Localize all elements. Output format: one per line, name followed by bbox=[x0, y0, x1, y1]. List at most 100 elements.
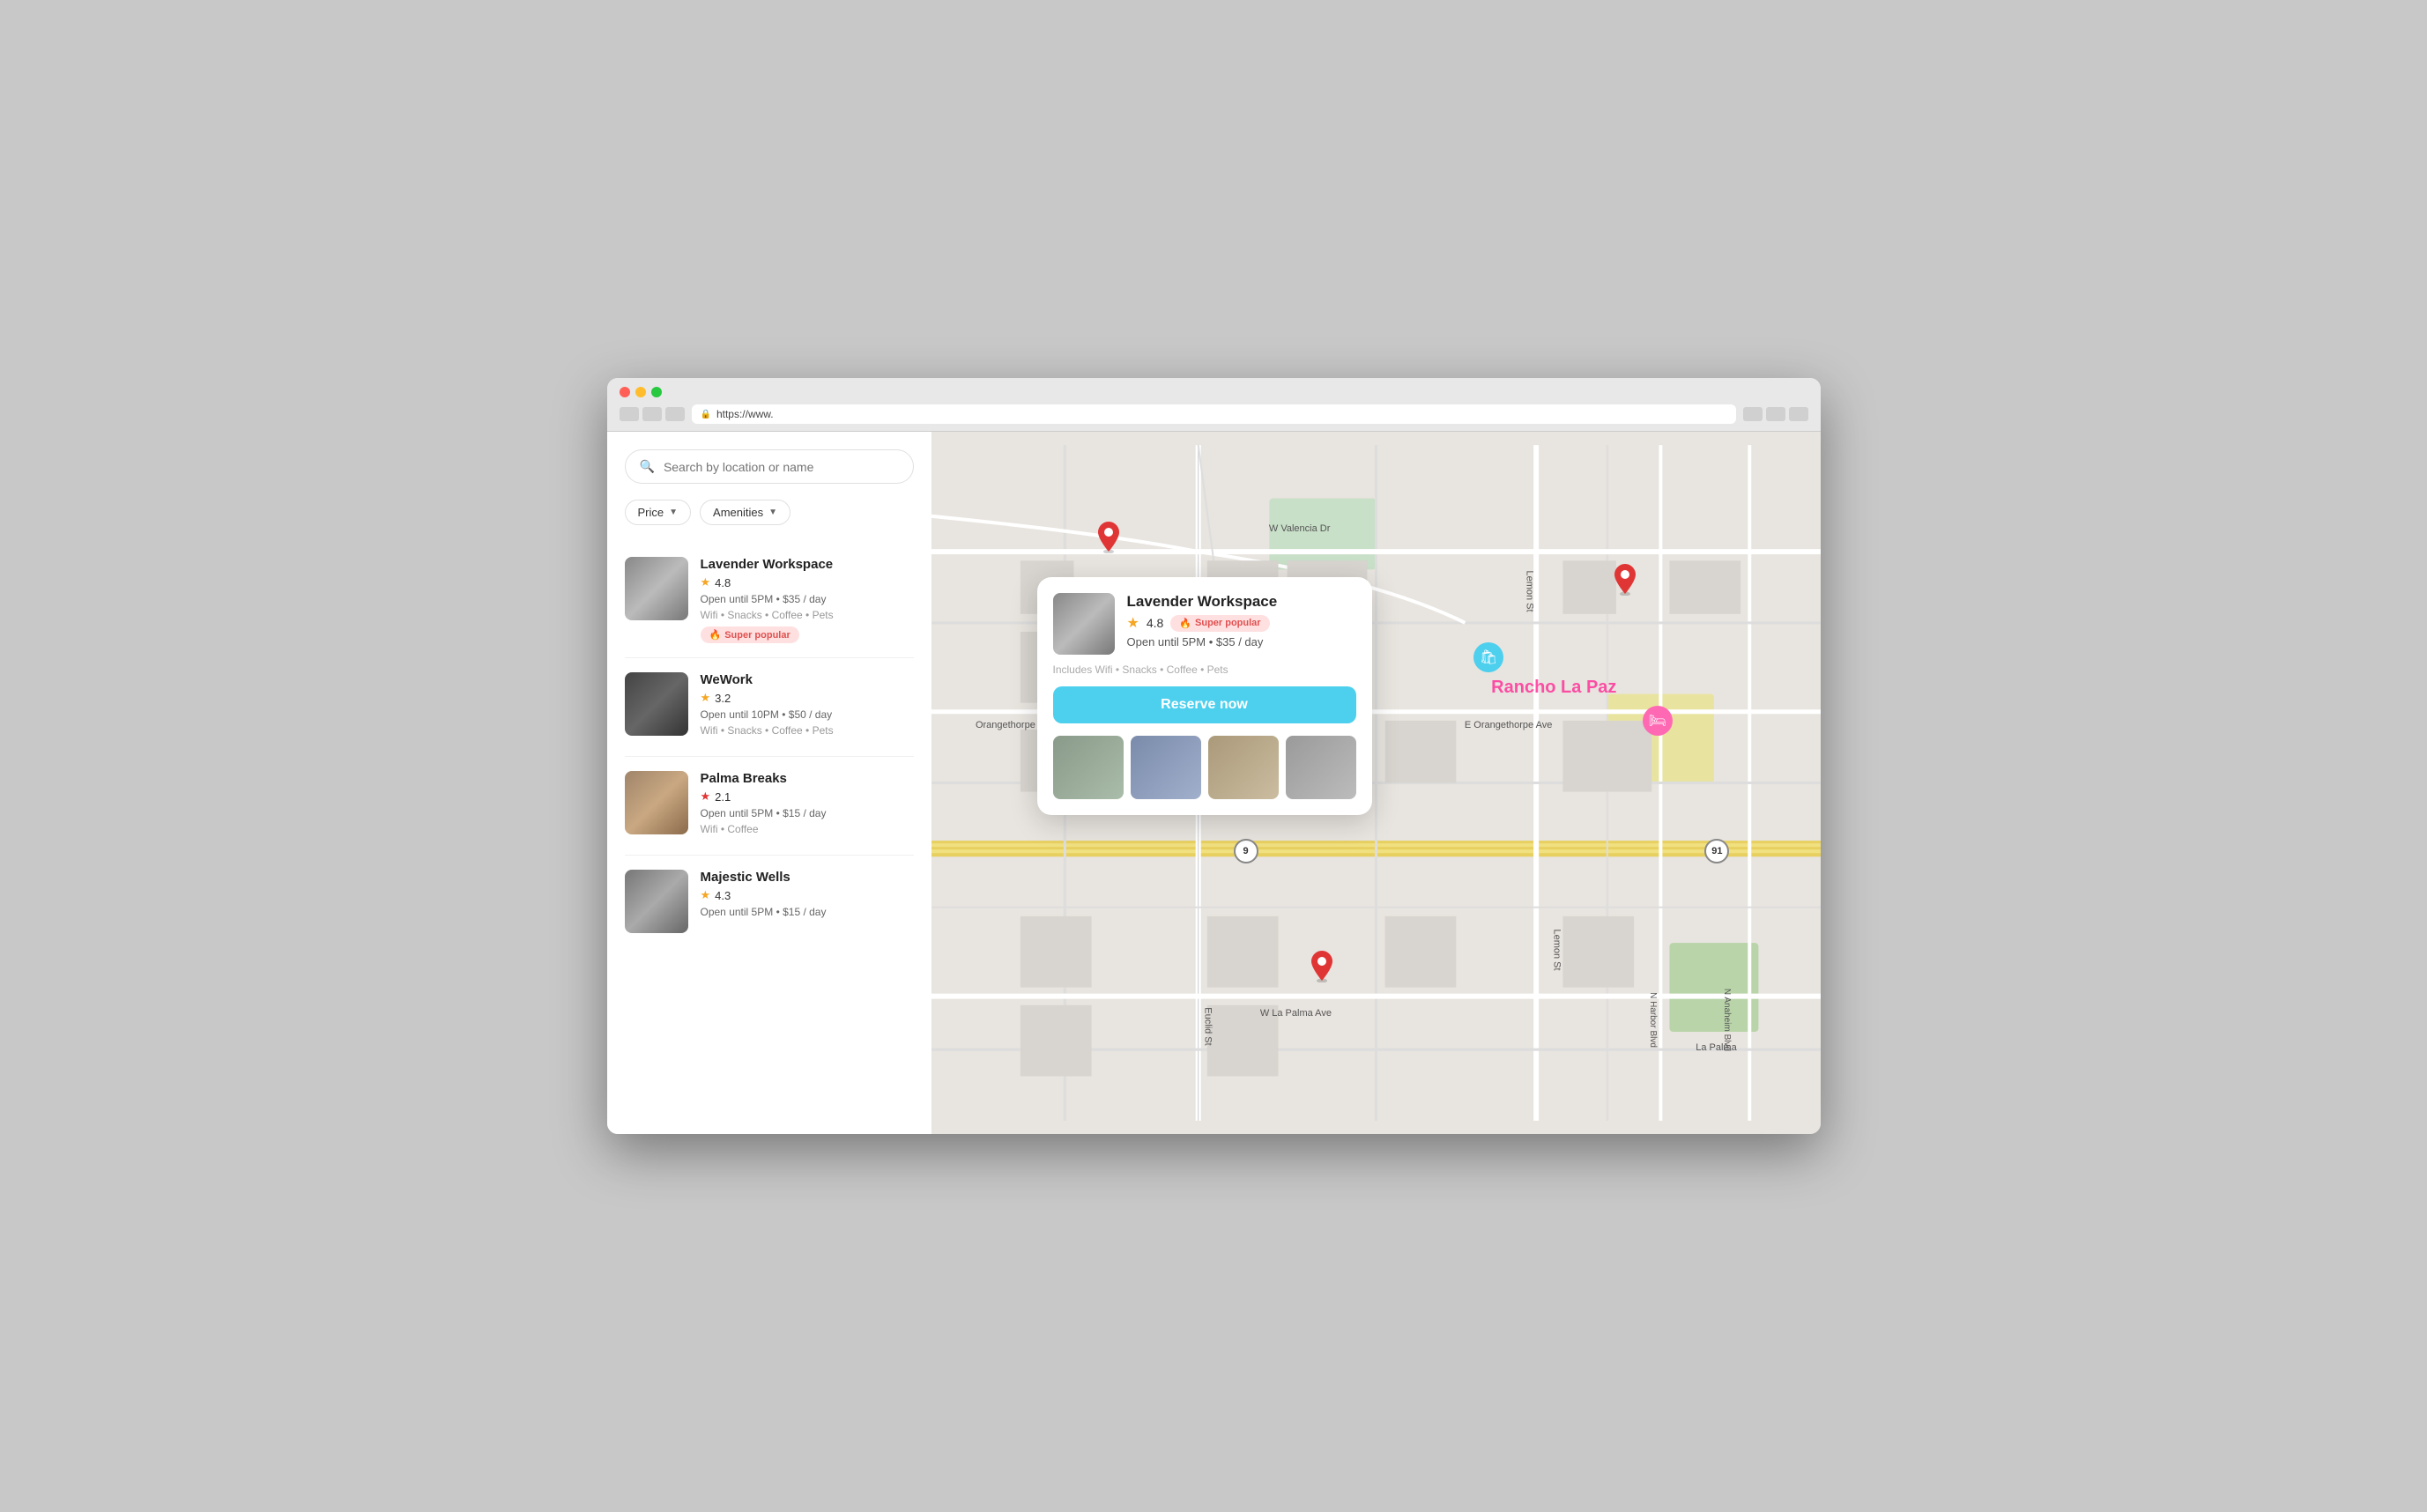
rating-value-wework: 3.2 bbox=[715, 692, 731, 705]
super-popular-badge-lavender: 🔥 Super popular bbox=[701, 626, 799, 643]
listing-info-wework: WeWork ★ 3.2 Open until 10PM • $50 / day… bbox=[701, 672, 914, 742]
search-bar[interactable]: 🔍 bbox=[625, 449, 914, 484]
popup-star-icon: ★ bbox=[1127, 614, 1139, 632]
star-icon: ★ bbox=[701, 691, 711, 705]
listing-majestic[interactable]: Majestic Wells ★ 4.3 Open until 5PM • $1… bbox=[625, 856, 914, 947]
popup-super-popular-badge: 🔥 Super popular bbox=[1170, 615, 1269, 632]
listing-name-majestic: Majestic Wells bbox=[701, 870, 914, 885]
listing-rating-palma: ★ 2.1 bbox=[701, 789, 914, 804]
forward-button[interactable] bbox=[642, 407, 662, 421]
listing-amenities-lavender: Wifi • Snacks • Coffee • Pets bbox=[701, 609, 914, 621]
map-popup: Lavender Workspace ★ 4.8 🔥 Super popular… bbox=[1037, 577, 1372, 815]
reserve-now-button[interactable]: Reserve now bbox=[1053, 686, 1356, 723]
price-chevron-icon: ▼ bbox=[669, 508, 678, 517]
star-icon: ★ bbox=[701, 789, 711, 804]
listing-thumb-lavender bbox=[625, 557, 688, 620]
refresh-button[interactable] bbox=[665, 407, 685, 421]
road-label-lemon-n: Lemon St bbox=[1525, 571, 1535, 612]
browser-content: 🔍 Price ▼ Amenities ▼ bbox=[607, 432, 1821, 1134]
listing-hours-palma: Open until 5PM • $15 / day bbox=[701, 807, 914, 819]
amenities-chevron-icon: ▼ bbox=[768, 508, 777, 517]
rating-value-majestic: 4.3 bbox=[715, 889, 731, 902]
browser-actions bbox=[1743, 407, 1808, 421]
popup-photo-4 bbox=[1286, 736, 1356, 799]
amenities-filter-button[interactable]: Amenities ▼ bbox=[700, 500, 790, 525]
close-button[interactable] bbox=[620, 387, 630, 397]
road-label-valencia: W Valencia Dr bbox=[1269, 523, 1330, 534]
address-text: https://www. bbox=[716, 408, 774, 420]
listing-hours-lavender: Open until 5PM • $35 / day bbox=[701, 593, 914, 605]
popup-amenities: Includes Wifi • Snacks • Coffee • Pets bbox=[1053, 663, 1356, 676]
popup-name: Lavender Workspace bbox=[1127, 593, 1356, 611]
listing-info-palma: Palma Breaks ★ 2.1 Open until 5PM • $15 … bbox=[701, 771, 914, 841]
listing-hours-majestic: Open until 5PM • $15 / day bbox=[701, 906, 914, 918]
listing-lavender[interactable]: Lavender Workspace ★ 4.8 Open until 5PM … bbox=[625, 543, 914, 658]
address-bar[interactable]: 🔒 https://www. bbox=[692, 404, 1736, 424]
hotel-pin: 🛏 bbox=[1643, 706, 1673, 736]
listing-rating-majestic: ★ 4.3 bbox=[701, 888, 914, 902]
highway-badge-9: 9 bbox=[1234, 839, 1258, 863]
listing-info-majestic: Majestic Wells ★ 4.3 Open until 5PM • $1… bbox=[701, 870, 914, 933]
minimize-button[interactable] bbox=[635, 387, 646, 397]
popup-fire-icon: 🔥 bbox=[1179, 618, 1191, 629]
listing-name-lavender: Lavender Workspace bbox=[701, 557, 914, 572]
listing-amenities-wework: Wifi • Snacks • Coffee • Pets bbox=[701, 724, 914, 737]
road-label-orangethorpe-e: E Orangethorpe Ave bbox=[1465, 720, 1552, 730]
share-button[interactable] bbox=[1743, 407, 1763, 421]
popup-header: Lavender Workspace ★ 4.8 🔥 Super popular… bbox=[1053, 593, 1356, 655]
rating-value-palma: 2.1 bbox=[715, 790, 731, 804]
popup-hours: Open until 5PM • $35 / day bbox=[1127, 635, 1356, 649]
filter-row: Price ▼ Amenities ▼ bbox=[625, 500, 914, 525]
listing-name-palma: Palma Breaks bbox=[701, 771, 914, 786]
listing-palma[interactable]: Palma Breaks ★ 2.1 Open until 5PM • $15 … bbox=[625, 757, 914, 856]
road-label-anaheim: N Anaheim Blvd bbox=[1722, 988, 1732, 1050]
location-name-rancho: Rancho La Paz bbox=[1491, 678, 1616, 698]
listing-amenities-palma: Wifi • Coffee bbox=[701, 823, 914, 835]
listing-thumb-majestic bbox=[625, 870, 688, 933]
amenities-filter-label: Amenities bbox=[713, 506, 763, 519]
popup-info: Lavender Workspace ★ 4.8 🔥 Super popular… bbox=[1127, 593, 1356, 655]
listing-info-lavender: Lavender Workspace ★ 4.8 Open until 5PM … bbox=[701, 557, 914, 643]
map-area[interactable]: W Valencia Dr Orangethorpe Ave E Oranget… bbox=[931, 432, 1821, 1134]
popup-rating-value: 4.8 bbox=[1147, 616, 1163, 630]
bookmarks-button[interactable] bbox=[1766, 407, 1785, 421]
sidebar: 🔍 Price ▼ Amenities ▼ bbox=[607, 432, 931, 1134]
browser-toolbar: 🔒 https://www. bbox=[620, 404, 1808, 424]
road-label-harbor: N Harbor Blvd bbox=[1647, 992, 1657, 1048]
traffic-lights bbox=[620, 387, 1808, 397]
road-label-euclid-s: Euclid St bbox=[1203, 1008, 1214, 1046]
lock-icon: 🔒 bbox=[701, 410, 711, 419]
popup-rating-row: ★ 4.8 🔥 Super popular bbox=[1127, 614, 1356, 632]
listing-rating-lavender: ★ 4.8 bbox=[701, 575, 914, 589]
road-label-lemon-s: Lemon St bbox=[1551, 929, 1562, 970]
rating-value-lavender: 4.8 bbox=[715, 576, 731, 589]
popup-photo-2 bbox=[1131, 736, 1201, 799]
browser-chrome: 🔒 https://www. bbox=[607, 378, 1821, 432]
price-filter-label: Price bbox=[638, 506, 664, 519]
star-icon: ★ bbox=[701, 575, 711, 589]
search-icon: 🔍 bbox=[640, 459, 655, 474]
road-label-lapalma: W La Palma Ave bbox=[1260, 1008, 1332, 1019]
popup-photo-1 bbox=[1053, 736, 1124, 799]
search-input[interactable] bbox=[664, 460, 899, 474]
listing-wework[interactable]: WeWork ★ 3.2 Open until 10PM • $50 / day… bbox=[625, 658, 914, 757]
map-pin-bottom[interactable] bbox=[1310, 949, 1334, 987]
popup-photos bbox=[1053, 736, 1356, 799]
fire-icon: 🔥 bbox=[709, 629, 722, 641]
browser-window: 🔒 https://www. 🔍 Price ▼ bbox=[607, 378, 1821, 1134]
nav-buttons bbox=[620, 407, 685, 421]
map-pin-top[interactable] bbox=[1096, 520, 1121, 558]
listing-name-wework: WeWork bbox=[701, 672, 914, 687]
back-button[interactable] bbox=[620, 407, 639, 421]
shop-pin: 🛍 bbox=[1473, 642, 1503, 672]
listing-rating-wework: ★ 3.2 bbox=[701, 691, 914, 705]
popup-thumb bbox=[1053, 593, 1115, 655]
popup-photo-3 bbox=[1208, 736, 1279, 799]
price-filter-button[interactable]: Price ▼ bbox=[625, 500, 692, 525]
star-icon: ★ bbox=[701, 888, 711, 902]
listing-hours-wework: Open until 10PM • $50 / day bbox=[701, 708, 914, 721]
listing-thumb-palma bbox=[625, 771, 688, 834]
menu-button[interactable] bbox=[1789, 407, 1808, 421]
fullscreen-button[interactable] bbox=[651, 387, 662, 397]
map-pin-right[interactable] bbox=[1613, 562, 1637, 600]
